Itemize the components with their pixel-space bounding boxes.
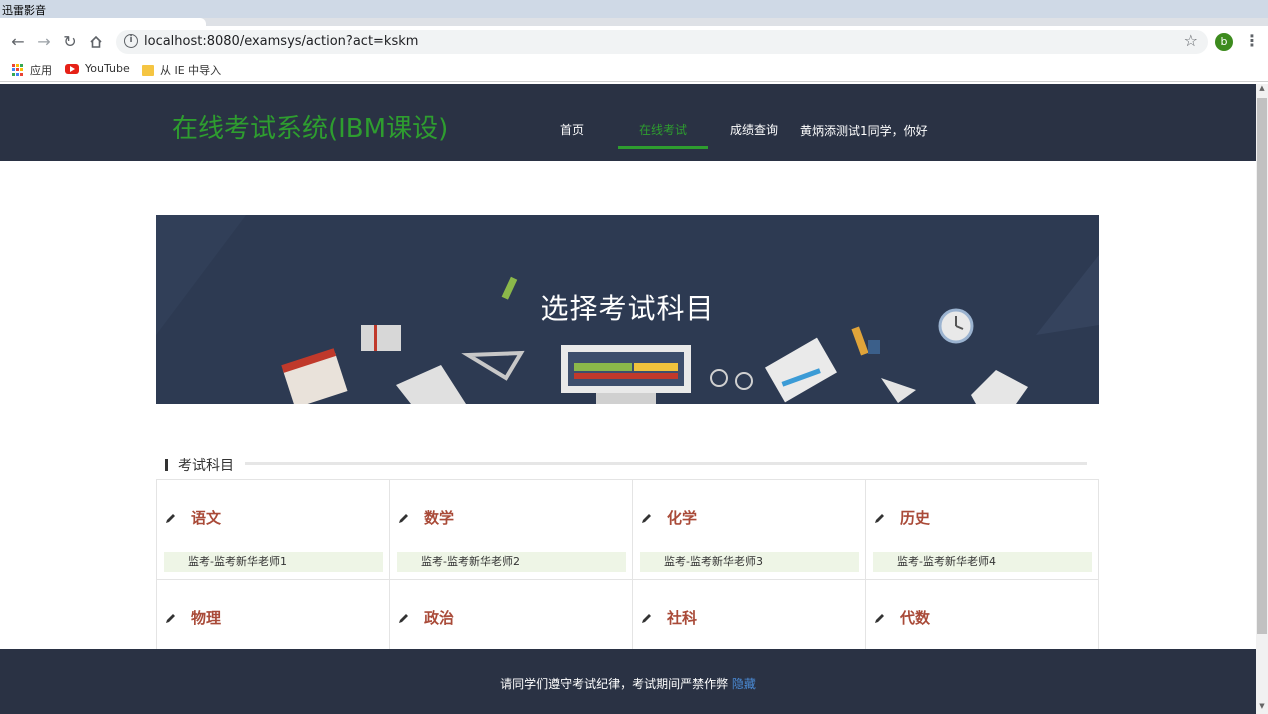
subject-name[interactable]: 历史	[900, 507, 930, 528]
bookmarks-bar: 应用 YouTube 从 IE 中导入	[0, 58, 1268, 82]
scroll-down-arrow-icon[interactable]: ▼	[1256, 702, 1268, 714]
pencil-icon	[875, 514, 884, 523]
window-titlebar: 迅雷影音	[0, 0, 1268, 18]
pencil-icon	[399, 614, 408, 623]
subject-name[interactable]: 物理	[191, 607, 221, 628]
proctor-label: 监考-监考新华老师3	[640, 552, 859, 572]
nav-score-query[interactable]: 成绩查询	[730, 121, 778, 138]
bookmark-youtube[interactable]: YouTube	[65, 62, 130, 75]
pencil-icon	[166, 614, 175, 623]
banner: 选择考试科目	[156, 215, 1099, 404]
subject-card-algebra[interactable]: 代数	[866, 580, 1099, 650]
pencil-icon	[642, 514, 651, 523]
subject-name[interactable]: 语文	[191, 507, 221, 528]
url-text[interactable]: localhost:8080/examsys/action?act=kskm	[144, 34, 418, 49]
address-bar[interactable]: i localhost:8080/examsys/action?act=kskm…	[116, 30, 1208, 54]
site-header: 在线考试系统(IBM课设) 首页 在线考试 成绩查询 黄炳添测试1同学，你好	[0, 84, 1256, 161]
browser-toolbar: ← → ↻ i localhost:8080/examsys/action?ac…	[0, 26, 1268, 58]
subject-name[interactable]: 代数	[900, 607, 930, 628]
folder-icon	[142, 64, 154, 76]
bookmark-star-icon[interactable]: ☆	[1184, 31, 1198, 50]
subject-name[interactable]: 政治	[424, 607, 454, 628]
section-title: 考试科目	[178, 458, 234, 474]
pencil-icon	[166, 514, 175, 523]
scroll-up-arrow-icon[interactable]: ▲	[1256, 84, 1268, 96]
subject-name[interactable]: 数学	[424, 507, 454, 528]
subject-card-chinese[interactable]: 语文 监考-监考新华老师1	[157, 480, 390, 580]
web-page: 在线考试系统(IBM课设) 首页 在线考试 成绩查询 黄炳添测试1同学，你好 选…	[0, 84, 1256, 714]
section-header: 考试科目	[165, 455, 234, 475]
window-title: 迅雷影音	[2, 4, 46, 17]
subject-grid: 语文 监考-监考新华老师1 数学 监考-监考新华老师2 化学 监考-监考新华老师…	[156, 479, 1099, 650]
more-menu-icon[interactable]: ⋮	[1244, 31, 1260, 50]
info-icon[interactable]: i	[124, 34, 138, 48]
proctor-label: 监考-监考新华老师4	[873, 552, 1092, 572]
section-divider	[245, 462, 1087, 465]
user-greeting: 黄炳添测试1同学，你好	[800, 124, 928, 138]
bookmark-label: 从 IE 中导入	[160, 64, 222, 77]
bookmark-ie-import[interactable]: 从 IE 中导入	[142, 62, 221, 78]
profile-avatar[interactable]: b	[1215, 33, 1233, 51]
subject-card-chemistry[interactable]: 化学 监考-监考新华老师3	[633, 480, 866, 580]
footer-text: 请同学们遵守考试纪律，考试期间严禁作弊	[500, 677, 729, 691]
active-tab[interactable]	[0, 18, 206, 26]
proctor-label: 监考-监考新华老师1	[164, 552, 383, 572]
back-arrow-icon[interactable]: ←	[8, 32, 28, 52]
pencil-icon	[642, 614, 651, 623]
nav-online-exam[interactable]: 在线考试	[639, 121, 687, 138]
youtube-icon	[65, 63, 79, 74]
reload-icon[interactable]: ↻	[60, 32, 80, 52]
banner-title: 选择考试科目	[540, 292, 715, 325]
site-logo[interactable]: 在线考试系统(IBM课设)	[172, 108, 448, 145]
home-icon[interactable]	[86, 32, 106, 52]
forward-arrow-icon[interactable]: →	[34, 32, 54, 52]
subject-card-physics[interactable]: 物理	[157, 580, 390, 650]
bookmark-label: YouTube	[85, 62, 130, 75]
pencil-icon	[875, 614, 884, 623]
site-footer: 请同学们遵守考试纪律，考试期间严禁作弊 隐藏	[0, 649, 1256, 714]
footer-notice: 请同学们遵守考试纪律，考试期间严禁作弊 隐藏	[0, 675, 1256, 692]
proctor-label: 监考-监考新华老师2	[397, 552, 626, 572]
pencil-icon	[399, 514, 408, 523]
subject-name[interactable]: 化学	[667, 507, 697, 528]
subject-card-math[interactable]: 数学 监考-监考新华老师2	[390, 480, 633, 580]
bookmark-apps[interactable]: 应用	[12, 62, 52, 78]
hide-link[interactable]: 隐藏	[732, 677, 756, 691]
subject-card-social-science[interactable]: 社科	[633, 580, 866, 650]
nav-home[interactable]: 首页	[560, 121, 584, 138]
subject-card-politics[interactable]: 政治	[390, 580, 633, 650]
subject-card-history[interactable]: 历史 监考-监考新华老师4	[866, 480, 1099, 580]
bookmark-label: 应用	[30, 64, 52, 77]
page-scrollbar[interactable]: ▲ ▼	[1256, 84, 1268, 714]
scroll-thumb[interactable]	[1257, 98, 1267, 634]
apps-grid-icon	[12, 64, 24, 76]
subject-name[interactable]: 社科	[667, 607, 697, 628]
nav-active-indicator	[618, 146, 708, 149]
section-marker	[165, 459, 168, 471]
